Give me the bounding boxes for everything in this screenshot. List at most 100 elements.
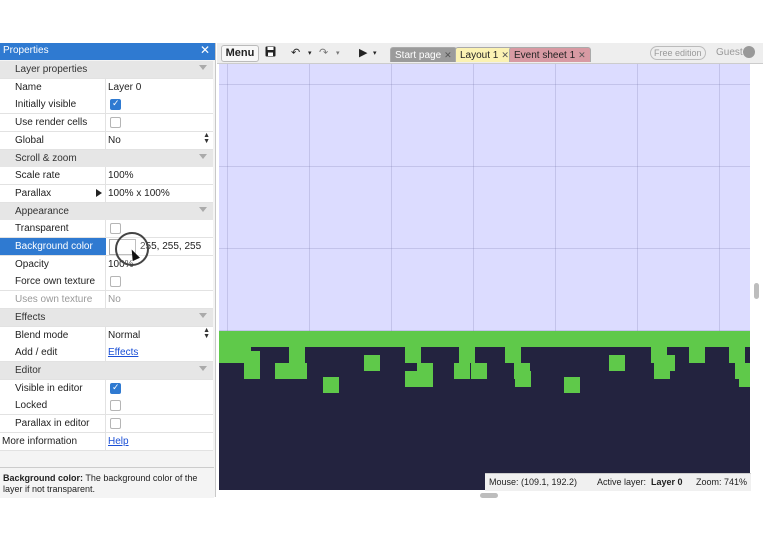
user-name[interactable]: Guest [716,47,743,58]
property-row[interactable]: Use render cells [0,114,213,133]
close-icon[interactable]: ✕ [501,50,509,60]
property-label: Force own texture [15,276,96,288]
tab-label: Event sheet 1 [514,50,576,61]
property-row[interactable]: Parallax in editor [0,415,213,433]
chevron-down-icon[interactable]: ▾ [373,49,377,57]
close-icon[interactable]: ✕ [200,43,210,57]
description-title: Background color: [3,473,84,483]
vertical-scroll-thumb[interactable] [754,283,759,299]
property-row[interactable]: Visible in editor [0,379,213,398]
property-row[interactable]: Background color 255, 255, 255 [0,238,213,256]
grass-tile [244,351,260,367]
grass-tile [459,347,475,363]
collapse-arrow-icon[interactable] [199,206,207,212]
property-row[interactable]: Initially visible [0,96,213,115]
close-icon[interactable]: ✕ [444,50,452,60]
play-icon[interactable]: ▶ [359,46,367,59]
select-arrows-icon[interactable]: ▲ ▼ [203,132,210,145]
column-divider [105,432,106,450]
column-divider [105,326,106,344]
property-row[interactable]: Transparent [0,220,213,239]
property-row[interactable]: Add / edit Effects [0,344,213,363]
property-checkbox[interactable] [110,223,121,235]
column-divider [105,255,106,273]
property-label: Use render cells [15,117,88,129]
expand-arrow-icon[interactable] [96,188,102,197]
property-checkbox[interactable] [110,98,121,111]
property-label: Blend mode [15,329,69,341]
property-label: Scale rate [15,170,61,182]
chevron-down-icon[interactable]: ▾ [336,49,340,57]
column-divider [105,397,106,415]
properties-title: Properties [3,45,49,56]
column-divider [105,291,106,309]
property-label: Uses own texture [15,294,93,306]
edition-badge[interactable]: Free edition [650,46,706,60]
user-avatar-icon[interactable] [743,46,755,58]
property-row[interactable]: Blend mode Normal ▲ ▼ [0,326,213,345]
property-row[interactable]: Locked [0,397,213,416]
menu-button[interactable]: Menu [221,45,259,62]
collapse-arrow-icon[interactable] [199,365,207,371]
property-label: Locked [15,400,48,412]
property-value[interactable]: No [108,294,121,305]
collapse-arrow-icon[interactable] [199,312,207,318]
close-icon[interactable]: ✕ [578,50,586,60]
property-category[interactable]: Effects [0,308,213,327]
property-checkbox[interactable] [110,382,121,394]
property-checkbox[interactable] [110,418,121,429]
column-divider [105,131,106,149]
property-row[interactable]: Opacity 100% [0,255,213,274]
properties-panel: Properties ✕ Layer properties Name Layer 0… [0,43,216,497]
status-bar: Mouse: (109.1, 192.2) Active layer: Laye… [485,473,751,491]
property-row[interactable]: Scale rate 100% [0,167,213,186]
grid-line [219,84,750,85]
grass-tile [405,347,421,363]
property-value[interactable]: No [108,135,121,146]
property-row[interactable]: Uses own texture No [0,291,213,310]
tab-event-sheet-1[interactable]: Event sheet 1 ✕ [509,47,591,62]
grass-tile [289,347,305,363]
property-category[interactable]: Layer properties [0,61,213,79]
property-checkbox[interactable] [110,117,121,129]
grass-tile [739,371,750,387]
property-checkbox[interactable] [110,400,121,412]
grass-tile [689,347,705,363]
property-value[interactable]: 100% x 100% [108,188,170,199]
property-label: Name [15,81,42,93]
collapse-arrow-icon[interactable] [199,153,207,159]
chevron-down-icon[interactable]: ▾ [308,49,312,57]
property-checkbox[interactable] [110,276,121,288]
property-link[interactable]: Help [108,436,129,447]
property-label: Parallax [15,187,52,199]
horizontal-scroll-thumb[interactable] [480,493,498,498]
property-value[interactable]: Normal [108,330,140,341]
grass-tiles [219,331,750,347]
property-row[interactable]: More information Help [0,432,213,451]
select-arrows-icon[interactable]: ▲ ▼ [203,327,210,340]
property-link[interactable]: Effects [108,347,138,358]
property-value[interactable]: Layer 0 [108,82,141,93]
save-icon[interactable] [265,46,276,60]
property-row[interactable]: Parallax 100% x 100% [0,184,213,203]
property-value[interactable]: 100% [108,170,134,181]
collapse-arrow-icon[interactable] [199,65,207,70]
column-divider [105,344,106,362]
property-label: Appearance [15,205,69,217]
undo-icon[interactable]: ↶ [291,46,300,59]
property-category[interactable]: Scroll & zoom [0,149,213,168]
property-category[interactable]: Appearance [0,202,213,221]
property-row[interactable]: Name Layer 0 [0,78,213,97]
property-value[interactable]: 255, 255, 255 [140,241,201,252]
property-row[interactable]: Global No ▲ ▼ [0,131,213,150]
property-category[interactable]: Editor [0,361,213,380]
vertical-scrollbar[interactable] [751,64,763,490]
property-label: Add / edit [15,347,58,359]
redo-icon[interactable]: ↷ [319,46,328,59]
tab-layout-1[interactable]: Layout 1 ✕ [455,47,514,62]
column-divider [105,273,106,291]
tab-start-page[interactable]: Start page ✕ [390,47,457,62]
property-label: Parallax in editor [15,418,90,429]
property-row[interactable]: Force own texture [0,273,213,292]
layout-canvas[interactable] [219,64,750,490]
